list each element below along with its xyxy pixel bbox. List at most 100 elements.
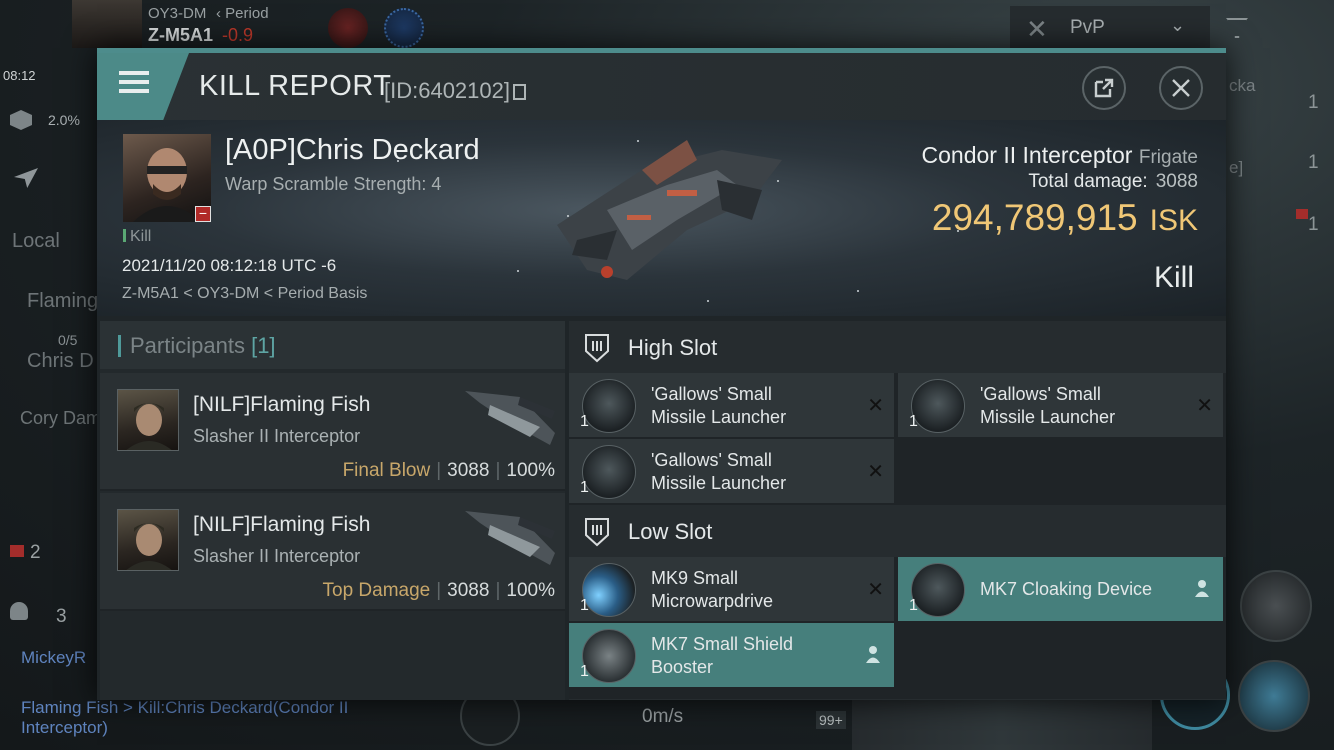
system-current: Z-M5A1 <box>148 25 214 45</box>
modal-title: KILL REPORT <box>199 70 392 102</box>
modal-header: KILL REPORT [ID:6402102] <box>97 53 1226 120</box>
module-rack[interactable] <box>852 700 1152 750</box>
cargo-percent: 2.0% <box>48 112 80 128</box>
period-label: ‹ Period <box>216 5 269 22</box>
share-button[interactable] <box>1082 66 1126 110</box>
badge-99: 99+ <box>816 711 846 729</box>
item-name: 'Gallows' Small Missile Launcher <box>980 384 1116 427</box>
victim-standing-icon: − <box>195 206 211 222</box>
counter-05: 0/5 <box>58 332 78 348</box>
participant-row[interactable]: [NILF]Flaming Fish Slasher II Intercepto… <box>100 373 565 491</box>
user-icon <box>1195 580 1209 597</box>
pvp-swords-icon: ✕ <box>1026 14 1048 44</box>
share-icon <box>1094 78 1114 98</box>
right-count-3: 1 <box>1308 214 1319 235</box>
participant-name: [NILF]Flaming Fish <box>193 513 371 536</box>
participant-stats: Top Damage | 3088 | 100% <box>322 580 556 601</box>
victim-banner: − [A0P]Chris Deckard Warp Scramble Stren… <box>97 120 1226 316</box>
item-name: MK9 Small Microwarpdrive <box>651 568 774 611</box>
chevron-down-icon[interactable]: ⌄ <box>1170 15 1185 36</box>
participants-header[interactable]: Participants [1] <box>100 321 565 369</box>
participant-ship: Slasher II Interceptor <box>193 426 361 446</box>
participant-ship: Slasher II Interceptor <box>193 546 361 566</box>
system-from: OY3-DM <box>148 5 207 22</box>
participant-ship-image <box>465 391 555 445</box>
kill-datetime: 2021/11/20 08:12:18 UTC -6 <box>122 256 337 275</box>
low-slot-icon <box>585 518 609 547</box>
cloaking-device-icon <box>911 563 965 617</box>
missile-launcher-icon <box>582 379 636 433</box>
right-text-2: e] <box>1229 158 1244 177</box>
clock: 08:12 <box>3 68 36 83</box>
red-count: 2 <box>30 542 41 563</box>
speed-readout: 0m/s <box>642 706 684 727</box>
victim-ship-image[interactable] <box>547 130 807 300</box>
slot-item[interactable]: 1 MK7 Cloaking Device <box>898 557 1223 621</box>
item-qty: 1 <box>909 413 918 430</box>
participant-portrait[interactable] <box>117 509 179 571</box>
participant-portrait[interactable] <box>117 389 179 451</box>
menu-button[interactable] <box>97 53 189 120</box>
security-status: -0.9 <box>222 25 254 45</box>
fitting-panel: High Slot 1 'Gallows' Small Missile Launc… <box>569 321 1226 700</box>
destroyed-icon: ✕ <box>1196 395 1213 417</box>
destroyed-icon: ✕ <box>867 461 884 483</box>
missile-launcher-icon <box>911 379 965 433</box>
right-text-1: cka <box>1229 76 1256 95</box>
red-standing-icon <box>10 545 24 557</box>
isk-value: 294,789,915 ISK <box>931 197 1198 238</box>
module-button-2[interactable] <box>1238 660 1310 732</box>
alliance-logo-icon[interactable] <box>384 8 424 48</box>
item-name: 'Gallows' Small Missile Launcher <box>651 384 787 427</box>
participants-panel: Participants [1] [NILF]Flaming Fish Slas… <box>100 321 565 700</box>
participant-row[interactable]: [NILF]Flaming Fish Slasher II Intercepto… <box>100 493 565 611</box>
participant-ship-image <box>465 511 555 565</box>
item-name: MK7 Cloaking Device <box>980 579 1153 599</box>
slot-item[interactable]: 1 MK7 Small Shield Booster <box>569 623 894 687</box>
chat-name-1: Flaming <box>27 290 99 312</box>
right-red-icon <box>1296 209 1308 219</box>
chat-name-3: Cory Dam <box>20 408 102 428</box>
report-id[interactable]: [ID:6402102] <box>384 78 526 104</box>
victim-ship-name[interactable]: Condor II Interceptor Frigate <box>922 142 1198 169</box>
microwarpdrive-icon <box>582 563 636 617</box>
chat-line-1[interactable]: Flaming Fish > Kill:Chris Deckard(Condor… <box>21 698 348 738</box>
player-portrait[interactable] <box>72 0 142 48</box>
kill-tag: Kill <box>123 228 151 246</box>
kill-location[interactable]: Z-M5A1 < OY3-DM < Period Basis <box>122 285 367 303</box>
high-slot-icon <box>585 334 609 363</box>
module-button-1[interactable] <box>1240 570 1312 642</box>
slot-item[interactable]: 1 'Gallows' Small Missile Launcher ✕ <box>898 373 1223 437</box>
high-slot-header: High Slot <box>569 321 1226 373</box>
participant-stats: Final Blow | 3088 | 100% <box>342 460 555 481</box>
low-slot-header: Low Slot <box>569 505 1226 557</box>
participant-name: [NILF]Flaming Fish <box>193 393 371 416</box>
shield-booster-icon <box>582 629 636 683</box>
victim-name[interactable]: [A0P]Chris Deckard <box>225 134 480 167</box>
local-label[interactable]: Local <box>12 230 60 253</box>
close-button[interactable] <box>1159 66 1203 110</box>
kill-report-modal: KILL REPORT [ID:6402102] − [A0P]Chris De… <box>97 48 1226 700</box>
destroyed-icon: ✕ <box>867 579 884 601</box>
people-icon[interactable] <box>10 602 28 620</box>
pvp-label: PvP <box>1070 17 1105 38</box>
next-slot-header <box>569 699 1226 700</box>
item-name: MK7 Small Shield Booster <box>651 634 794 677</box>
warp-scramble: Warp Scramble Strength: 4 <box>225 174 442 194</box>
copy-icon[interactable] <box>512 84 526 100</box>
user-icon <box>866 646 880 663</box>
item-name: 'Gallows' Small Missile Launcher <box>651 450 787 493</box>
chat-user[interactable]: MickeyR <box>21 648 86 668</box>
missile-launcher-icon <box>582 445 636 499</box>
item-qty: 1 <box>580 413 589 430</box>
slot-item[interactable]: 1 MK9 Small Microwarpdrive ✕ <box>569 557 894 621</box>
slot-item[interactable]: 1 'Gallows' Small Missile Launcher ✕ <box>569 439 894 503</box>
result-label: Kill <box>1153 261 1194 294</box>
close-icon <box>1172 79 1190 97</box>
right-count-1: 1 <box>1308 92 1319 113</box>
item-qty: 1 <box>580 479 589 496</box>
chat-name-2: Chris D <box>27 350 94 372</box>
corp-logo-icon[interactable] <box>328 8 368 48</box>
item-qty: 1 <box>909 597 918 614</box>
slot-item[interactable]: 1 'Gallows' Small Missile Launcher ✕ <box>569 373 894 437</box>
